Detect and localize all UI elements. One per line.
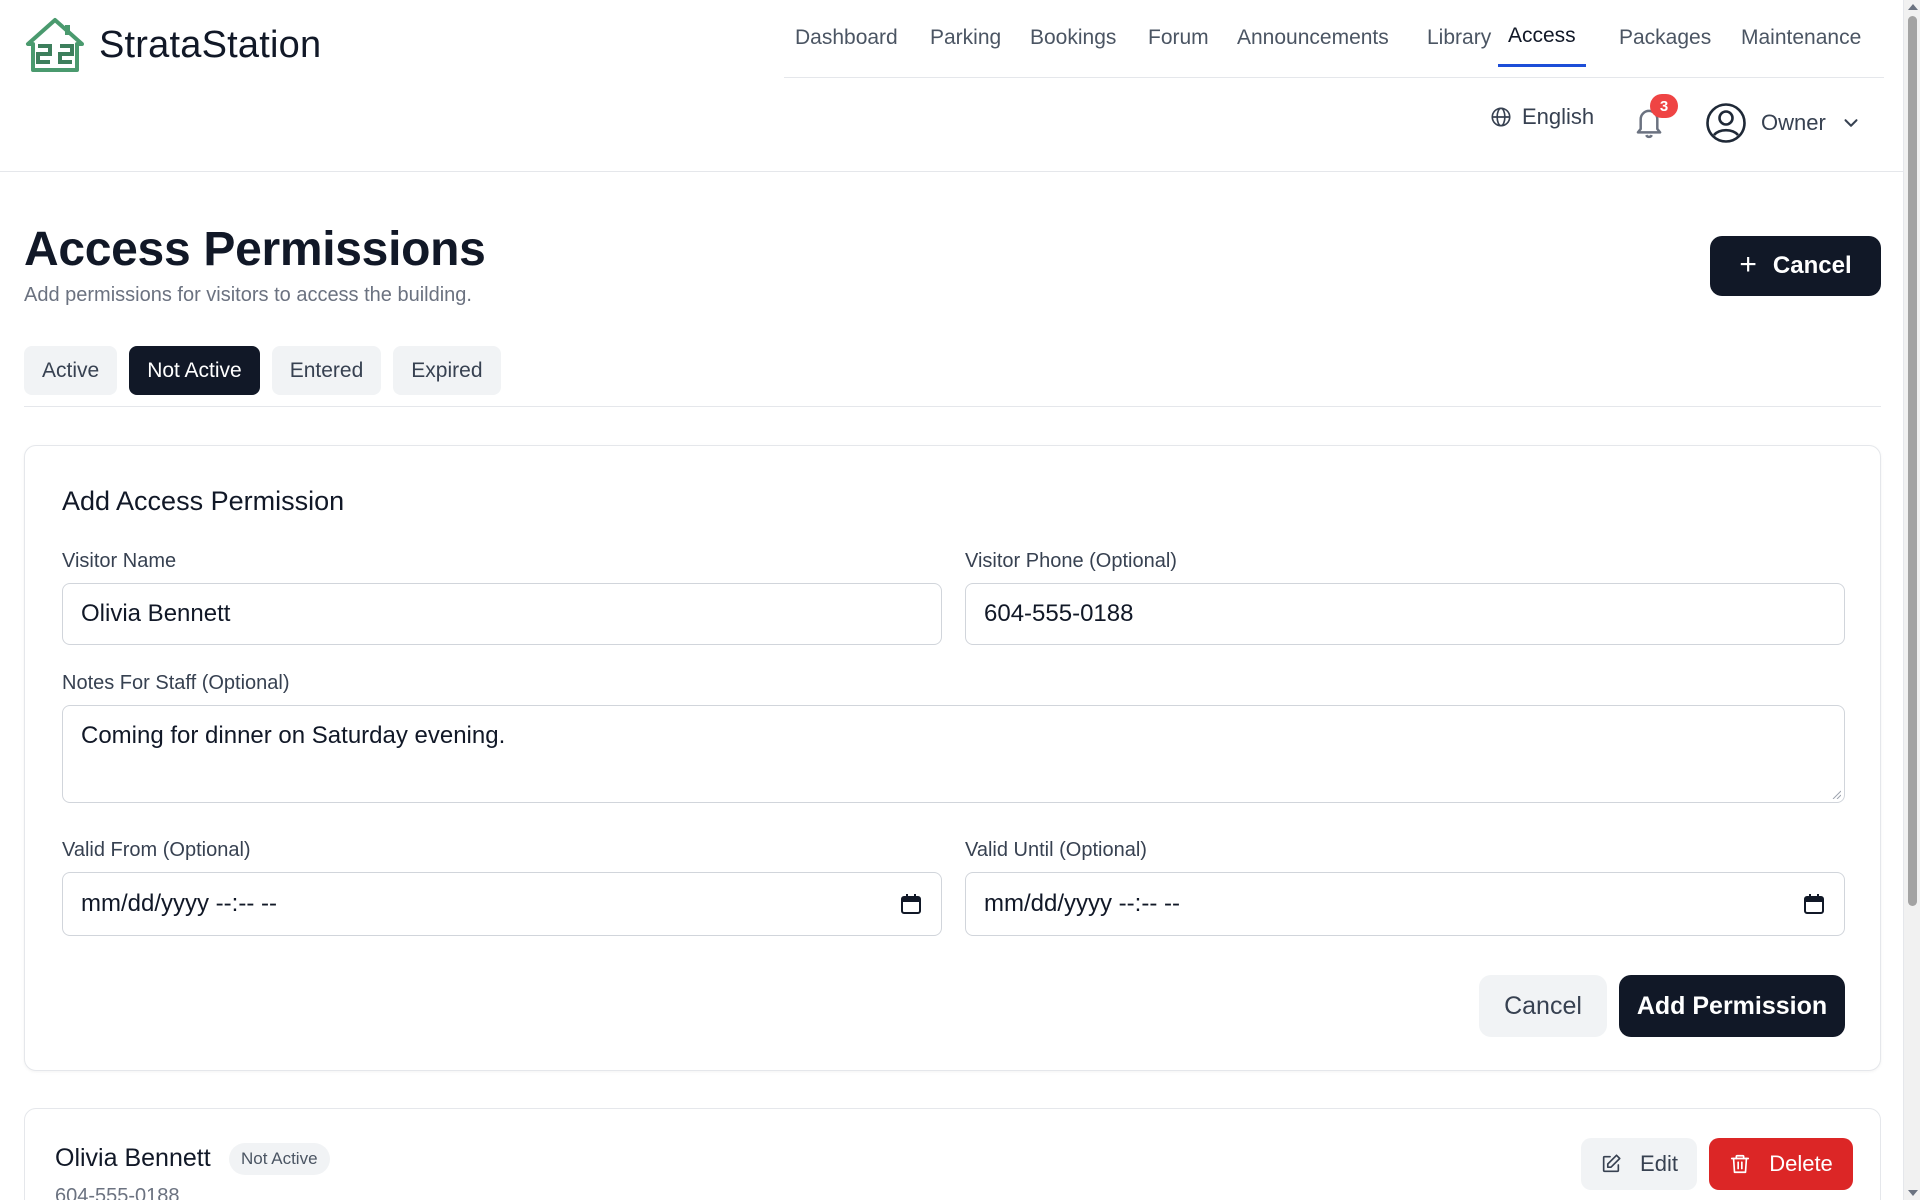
scroll-up-arrow-icon[interactable] <box>1908 4 1918 10</box>
user-role-label: Owner <box>1761 110 1826 135</box>
nav-item-packages[interactable]: Packages <box>1619 26 1711 66</box>
permission-list-item: Olivia Bennett Not Active 604-555-0188 E… <box>24 1108 1881 1200</box>
add-permission-form: Add Access Permission Visitor Name Olivi… <box>24 445 1881 1071</box>
form-title: Add Access Permission <box>62 486 345 516</box>
visitor-name-label: Visitor Name <box>62 550 177 572</box>
brand-logo[interactable]: StrataStation <box>24 16 321 74</box>
notes-text: Coming for dinner on Saturday evening. <box>81 722 506 749</box>
nav-item-maintenance[interactable]: Maintenance <box>1741 26 1861 66</box>
tabs-divider <box>24 406 1881 407</box>
status-tabs: Active Not Active Entered Expired <box>24 346 501 395</box>
user-menu[interactable]: Owner <box>1705 102 1862 144</box>
nav-item-library[interactable]: Library <box>1427 26 1491 66</box>
language-selector[interactable]: English <box>1490 104 1594 130</box>
visitor-name-input[interactable]: Olivia Bennett <box>62 583 942 645</box>
scroll-thumb[interactable] <box>1908 16 1917 906</box>
trash-icon <box>1731 1154 1750 1174</box>
nav-item-access[interactable]: Access <box>1498 24 1586 67</box>
tab-expired[interactable]: Expired <box>393 346 501 395</box>
globe-icon <box>1491 107 1511 127</box>
valid-until-label: Valid Until (Optional) <box>965 839 1147 861</box>
user-avatar-icon <box>1706 103 1746 143</box>
permission-visitor-phone: 604-555-0188 <box>55 1185 180 1200</box>
delete-label: Delete <box>1769 1151 1833 1176</box>
nav-item-dashboard[interactable]: Dashboard <box>795 26 898 66</box>
notifications-button[interactable]: 3 <box>1632 94 1678 140</box>
resize-handle-icon[interactable] <box>1831 789 1841 799</box>
status-badge: Not Active <box>229 1143 330 1175</box>
nav-item-parking[interactable]: Parking <box>930 26 1001 66</box>
calendar-icon[interactable] <box>899 892 923 916</box>
brand-name: StrataStation <box>99 23 322 66</box>
calendar-icon[interactable] <box>1802 892 1826 916</box>
tab-active[interactable]: Active <box>24 346 118 395</box>
nav-item-announcements[interactable]: Announcements <box>1237 26 1389 66</box>
visitor-phone-input[interactable]: 604-555-0188 <box>965 583 1845 645</box>
tab-not-active[interactable]: Not Active <box>129 346 260 395</box>
valid-until-placeholder: mm/dd/yyyy --:-- -- <box>984 890 1180 917</box>
notes-label: Notes For Staff (Optional) <box>62 672 290 694</box>
valid-until-input[interactable]: mm/dd/yyyy --:-- -- <box>965 872 1845 936</box>
nav-item-forum[interactable]: Forum <box>1148 26 1209 66</box>
top-header: StrataStation Dashboard Parking Bookings… <box>0 0 1903 172</box>
house-logo-icon <box>26 18 84 72</box>
edit-label: Edit <box>1640 1151 1678 1176</box>
visitor-phone-label: Visitor Phone (Optional) <box>965 550 1177 572</box>
page-subtitle: Add permissions for visitors to access t… <box>24 284 472 306</box>
language-label: English <box>1522 104 1595 129</box>
plus-icon: + <box>1739 247 1757 281</box>
toggle-form-button[interactable]: + Cancel <box>1710 236 1881 296</box>
valid-from-placeholder: mm/dd/yyyy --:-- -- <box>81 890 277 917</box>
notification-count-badge: 3 <box>1650 94 1678 118</box>
chevron-down-icon <box>1844 119 1858 127</box>
delete-button[interactable]: Delete <box>1709 1138 1853 1190</box>
main-nav: Dashboard Parking Bookings Forum Announc… <box>784 16 1884 78</box>
edit-button[interactable]: Edit <box>1581 1138 1697 1190</box>
toggle-form-label: Cancel <box>1772 252 1852 279</box>
scroll-down-arrow-icon[interactable] <box>1908 1190 1918 1196</box>
page-scrollbar[interactable] <box>1903 0 1920 1200</box>
form-cancel-button[interactable]: Cancel <box>1479 975 1607 1037</box>
valid-from-input[interactable]: mm/dd/yyyy --:-- -- <box>62 872 942 936</box>
add-permission-button[interactable]: Add Permission <box>1619 975 1845 1037</box>
tab-entered[interactable]: Entered <box>271 346 382 395</box>
nav-item-bookings[interactable]: Bookings <box>1030 26 1116 66</box>
notes-textarea[interactable]: Coming for dinner on Saturday evening. <box>62 705 1845 803</box>
valid-from-label: Valid From (Optional) <box>62 839 251 861</box>
edit-icon <box>1602 1154 1621 1173</box>
permission-visitor-name: Olivia Bennett <box>55 1144 211 1172</box>
page-title: Access Permissions <box>24 223 486 276</box>
